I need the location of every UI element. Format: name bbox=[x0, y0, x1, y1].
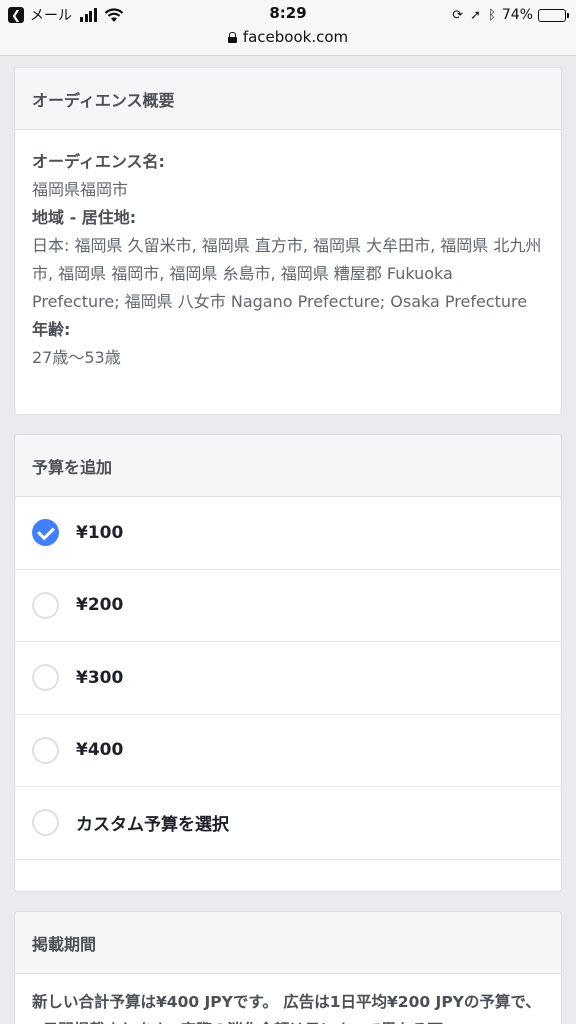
region-label: 地域 - 居住地: bbox=[32, 208, 137, 227]
status-right: ⟳ ➚ ᛒ 74% bbox=[445, 5, 569, 25]
budget-title: 予算を追加 bbox=[15, 435, 561, 497]
audience-summary-title: オーディエンス概要 bbox=[15, 68, 561, 130]
budget-option-100[interactable]: ¥100 bbox=[15, 497, 561, 570]
audience-name-value: 福岡県福岡市 bbox=[32, 180, 129, 199]
radio-button[interactable] bbox=[32, 519, 59, 547]
age-label: 年齢: bbox=[32, 320, 71, 339]
age-value: 27歳〜53歳 bbox=[32, 348, 121, 367]
budget-option-400[interactable]: ¥400 bbox=[15, 715, 561, 787]
budget-card: 予算を追加 ¥100 ¥200 ¥300 ¥400 カスタム予算を選択 bbox=[14, 434, 562, 892]
audience-summary-card: オーディエンス概要 オーディエンス名: 福岡県福岡市 地域 - 居住地: 日本:… bbox=[14, 67, 562, 415]
budget-option-200[interactable]: ¥200 bbox=[15, 570, 561, 642]
budget-option-label: ¥100 bbox=[76, 522, 124, 543]
radio-button[interactable] bbox=[32, 736, 59, 764]
status-bar: ❮ メール 8:29 facebook.com ⟳ ➚ ᛒ 74% bbox=[0, 0, 576, 56]
budget-option-label: カスタム予算を選択 bbox=[76, 815, 229, 836]
region-value: 日本: 福岡県 久留米市, 福岡県 直方市, 福岡県 大牟田市, 福岡県 北九州… bbox=[32, 236, 542, 311]
audience-summary-body: オーディエンス名: 福岡県福岡市 地域 - 居住地: 日本: 福岡県 久留米市,… bbox=[15, 130, 561, 390]
budget-option-custom[interactable]: カスタム予算を選択 bbox=[15, 787, 561, 860]
battery-percent: 74% bbox=[501, 7, 533, 23]
budget-option-300[interactable]: ¥300 bbox=[15, 642, 561, 715]
budget-option-label: ¥300 bbox=[76, 667, 124, 688]
battery-icon bbox=[538, 8, 569, 22]
radio-button[interactable] bbox=[32, 809, 59, 837]
address-bar[interactable]: facebook.com bbox=[0, 28, 576, 46]
lock-icon bbox=[227, 32, 237, 43]
rotation-lock-icon: ⟳ bbox=[452, 7, 464, 23]
radio-button[interactable] bbox=[32, 591, 59, 619]
budget-option-label: ¥200 bbox=[76, 595, 124, 616]
budget-options: ¥100 ¥200 ¥300 ¥400 カスタム予算を選択 bbox=[15, 497, 561, 860]
bluetooth-icon: ᛒ bbox=[488, 7, 496, 23]
budget-option-label: ¥400 bbox=[76, 740, 124, 761]
duration-card: 掲載期間 新しい合計予算は¥400 JPYです。 広告は1日平均¥200 JPY… bbox=[14, 911, 562, 1024]
location-icon: ➚ bbox=[470, 7, 482, 23]
radio-button[interactable] bbox=[32, 664, 59, 692]
audience-name-label: オーディエンス名: bbox=[32, 152, 165, 171]
duration-text: 新しい合計予算は¥400 JPYです。 広告は1日平均¥200 JPYの予算で、… bbox=[32, 993, 541, 1024]
url-text: facebook.com bbox=[242, 28, 349, 46]
duration-title: 掲載期間 bbox=[15, 912, 561, 974]
